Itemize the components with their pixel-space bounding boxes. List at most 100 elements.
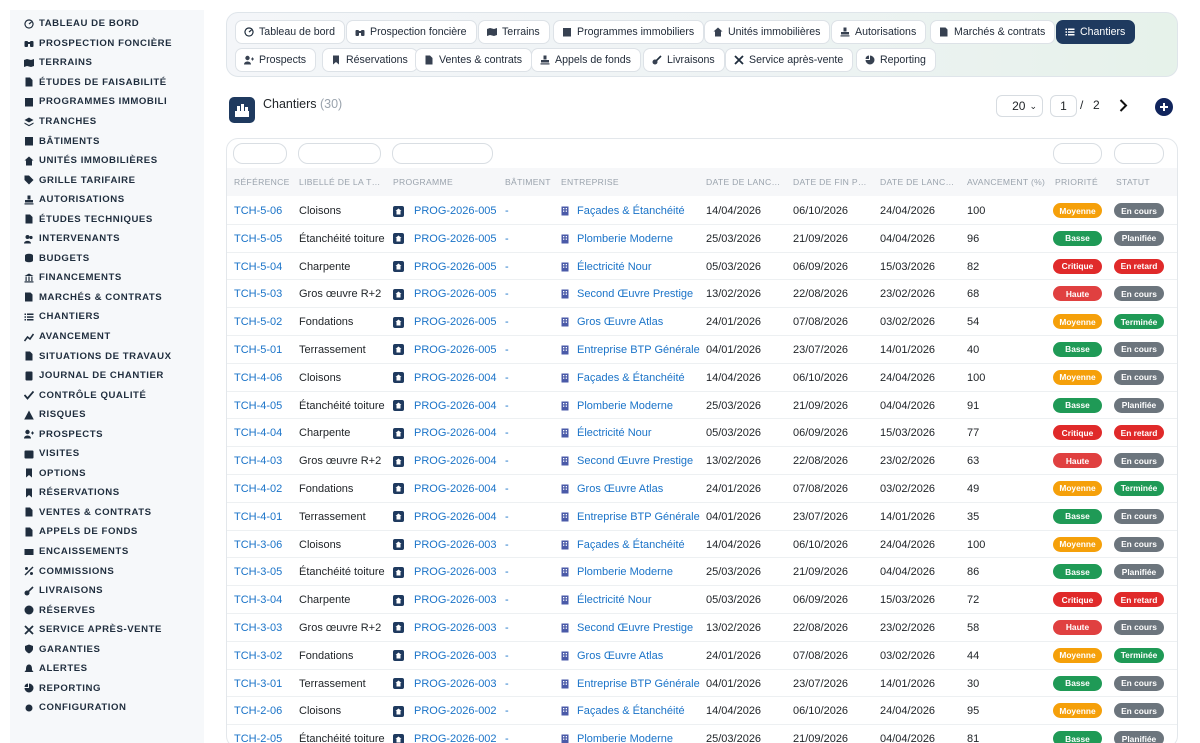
sidebar-item-ventes-contrats[interactable]: VENTES & CONTRATS bbox=[10, 503, 204, 523]
programme-link[interactable]: PROG-2026-005 bbox=[393, 316, 497, 328]
sidebar-item-r-serves[interactable]: RÉSERVES bbox=[10, 600, 204, 620]
table-row[interactable]: TCH-5-01 Terrassement PROG-2026-005- Entrep… bbox=[227, 336, 1177, 364]
programme-link[interactable]: PROG-2026-002 bbox=[393, 705, 497, 717]
sidebar-item-march-s-contrats[interactable]: MARCHÉS & CONTRATS bbox=[10, 288, 204, 308]
reference-link[interactable]: TCH-5-01 bbox=[234, 344, 282, 356]
table-row[interactable]: TCH-2-06 Cloisons PROG-2026-002- Façades & … bbox=[227, 697, 1177, 726]
tab-prospection-fonci-re[interactable]: Prospection foncière bbox=[346, 20, 477, 44]
tab-appels-de-fonds[interactable]: Appels de fonds bbox=[531, 48, 641, 72]
sidebar-item-autorisations[interactable]: AUTORISATIONS bbox=[10, 190, 204, 210]
sidebar-item-configuration[interactable]: CONFIGURATION bbox=[10, 698, 204, 718]
programme-link[interactable]: PROG-2026-004 bbox=[393, 483, 497, 495]
sidebar-item-unit-s-immobili-res[interactable]: UNITÉS IMMOBILIÈRES bbox=[10, 151, 204, 171]
tab-r-servations[interactable]: Réservations bbox=[322, 48, 418, 72]
entreprise-link[interactable]: Plomberie Moderne bbox=[561, 733, 673, 743]
column-header[interactable]: PRIORITÉ bbox=[1055, 177, 1098, 187]
reference-link[interactable]: TCH-5-03 bbox=[234, 288, 282, 300]
column-header[interactable]: BÂTIMENT bbox=[505, 177, 551, 187]
programme-link[interactable]: PROG-2026-004 bbox=[393, 400, 497, 412]
sidebar-item-financements[interactable]: FINANCEMENTS bbox=[10, 268, 204, 288]
tab-chantiers[interactable]: Chantiers bbox=[1056, 20, 1136, 44]
table-row[interactable]: TCH-2-05 Étanchéité toiture PROG-2026-002-… bbox=[227, 725, 1177, 743]
reference-link[interactable]: TCH-4-04 bbox=[234, 427, 282, 439]
programme-link[interactable]: PROG-2026-003 bbox=[393, 678, 497, 690]
programme-link[interactable]: PROG-2026-005 bbox=[393, 288, 497, 300]
reference-link[interactable]: TCH-5-04 bbox=[234, 261, 282, 273]
programme-link[interactable]: PROG-2026-004 bbox=[393, 455, 497, 467]
sidebar-item-terrains[interactable]: TERRAINS bbox=[10, 53, 204, 73]
sidebar-item-alertes[interactable]: ALERTES bbox=[10, 659, 204, 679]
programme-link[interactable]: PROG-2026-004 bbox=[393, 511, 497, 523]
tab-march-s-contrats[interactable]: Marchés & contrats bbox=[930, 20, 1056, 44]
entreprise-link[interactable]: Gros Œuvre Atlas bbox=[561, 316, 663, 328]
reference-link[interactable]: TCH-3-02 bbox=[234, 650, 282, 662]
reference-link[interactable]: TCH-3-01 bbox=[234, 678, 282, 690]
reference-link[interactable]: TCH-3-06 bbox=[234, 539, 282, 551]
filter-input-statut[interactable] bbox=[1114, 143, 1164, 164]
column-header[interactable]: DATE DE LANC… bbox=[880, 177, 954, 187]
sidebar-item-service-apr-s-vente[interactable]: SERVICE APRÈS-VENTE bbox=[10, 620, 204, 640]
reference-link[interactable]: TCH-5-06 bbox=[234, 205, 282, 217]
sidebar-item-journal-de-chantier[interactable]: JOURNAL DE CHANTIER bbox=[10, 366, 204, 386]
sidebar-item-reporting[interactable]: REPORTING bbox=[10, 679, 204, 699]
column-header[interactable]: LIBELLÉ DE LA T… bbox=[299, 177, 381, 187]
table-row[interactable]: TCH-4-01 Terrassement PROG-2026-004- Entrep… bbox=[227, 503, 1177, 531]
table-row[interactable]: TCH-3-05 Étanchéité toiture PROG-2026-003-… bbox=[227, 558, 1177, 587]
sidebar-item-prospects[interactable]: PROSPECTS bbox=[10, 424, 204, 444]
entreprise-link[interactable]: Entreprise BTP Générale bbox=[561, 344, 700, 356]
reference-link[interactable]: TCH-2-05 bbox=[234, 733, 282, 743]
tab-service-apr-s-vente[interactable]: Service après-vente bbox=[725, 48, 854, 72]
table-row[interactable]: TCH-4-04 Charpente PROG-2026-004- Électrici… bbox=[227, 419, 1177, 448]
entreprise-link[interactable]: Entreprise BTP Générale bbox=[561, 678, 700, 690]
sidebar-item-r-servations[interactable]: RÉSERVATIONS bbox=[10, 483, 204, 503]
entreprise-link[interactable]: Électricité Nour bbox=[561, 261, 652, 273]
entreprise-link[interactable]: Entreprise BTP Générale bbox=[561, 511, 700, 523]
column-header[interactable]: STATUT bbox=[1116, 177, 1150, 187]
reference-link[interactable]: TCH-4-03 bbox=[234, 455, 282, 467]
tab-programmes-immobiliers[interactable]: Programmes immobiliers bbox=[553, 20, 705, 44]
tab-ventes-contrats[interactable]: Ventes & contrats bbox=[415, 48, 533, 72]
sidebar-item-encaissements[interactable]: ENCAISSEMENTS bbox=[10, 542, 204, 562]
entreprise-link[interactable]: Façades & Étanchéité bbox=[561, 705, 685, 717]
sidebar-item-prospection-fonci-re[interactable]: PROSPECTION FONCIÈRE bbox=[10, 34, 204, 54]
programme-link[interactable]: PROG-2026-005 bbox=[393, 205, 497, 217]
reference-link[interactable]: TCH-3-05 bbox=[234, 566, 282, 578]
programme-link[interactable]: PROG-2026-003 bbox=[393, 650, 497, 662]
entreprise-link[interactable]: Électricité Nour bbox=[561, 594, 652, 606]
sidebar-item-programmes-immobili[interactable]: PROGRAMMES IMMOBILI bbox=[10, 92, 204, 112]
tab-autorisations[interactable]: Autorisations bbox=[831, 20, 927, 44]
filter-input-libelle[interactable] bbox=[298, 143, 381, 164]
entreprise-link[interactable]: Gros Œuvre Atlas bbox=[561, 483, 663, 495]
sidebar-item-budgets[interactable]: BUDGETS bbox=[10, 249, 204, 269]
table-row[interactable]: TCH-3-03 Gros œuvre R+2 PROG-2026-003- Seco… bbox=[227, 614, 1177, 642]
entreprise-link[interactable]: Plomberie Moderne bbox=[561, 233, 673, 245]
entreprise-link[interactable]: Second Œuvre Prestige bbox=[561, 455, 693, 467]
reference-link[interactable]: TCH-3-04 bbox=[234, 594, 282, 606]
programme-link[interactable]: PROG-2026-005 bbox=[393, 233, 497, 245]
sidebar-item-intervenants[interactable]: INTERVENANTS bbox=[10, 229, 204, 249]
table-row[interactable]: TCH-3-06 Cloisons PROG-2026-003- Façades & … bbox=[227, 531, 1177, 559]
tab-reporting[interactable]: Reporting bbox=[856, 48, 936, 72]
tab-tableau-de-bord[interactable]: Tableau de bord bbox=[235, 20, 345, 44]
column-header[interactable]: DATE DE LANC… bbox=[706, 177, 780, 187]
table-row[interactable]: TCH-3-02 Fondations PROG-2026-003- Gros Œuv… bbox=[227, 642, 1177, 670]
programme-link[interactable]: PROG-2026-005 bbox=[393, 344, 497, 356]
programme-link[interactable]: PROG-2026-003 bbox=[393, 622, 497, 634]
entreprise-link[interactable]: Façades & Étanchéité bbox=[561, 205, 685, 217]
entreprise-link[interactable]: Plomberie Moderne bbox=[561, 400, 673, 412]
filter-input-programme[interactable] bbox=[392, 143, 493, 164]
reference-link[interactable]: TCH-5-02 bbox=[234, 316, 282, 328]
programme-link[interactable]: PROG-2026-002 bbox=[393, 733, 497, 743]
sidebar-item-livraisons[interactable]: LIVRAISONS bbox=[10, 581, 204, 601]
sidebar-item-tranches[interactable]: TRANCHES bbox=[10, 112, 204, 132]
sidebar-item-commissions[interactable]: COMMISSIONS bbox=[10, 561, 204, 581]
column-header[interactable]: DATE DE FIN P… bbox=[793, 177, 867, 187]
table-row[interactable]: TCH-3-04 Charpente PROG-2026-003- Électrici… bbox=[227, 586, 1177, 614]
reference-link[interactable]: TCH-2-06 bbox=[234, 705, 282, 717]
programme-link[interactable]: PROG-2026-004 bbox=[393, 427, 497, 439]
filter-input-priorite[interactable] bbox=[1053, 143, 1102, 164]
programme-link[interactable]: PROG-2026-003 bbox=[393, 539, 497, 551]
tab-prospects[interactable]: Prospects bbox=[235, 48, 317, 72]
table-row[interactable]: TCH-4-05 Étanchéité toiture PROG-2026-004-… bbox=[227, 392, 1177, 420]
column-header[interactable]: ENTREPRISE bbox=[561, 177, 619, 187]
